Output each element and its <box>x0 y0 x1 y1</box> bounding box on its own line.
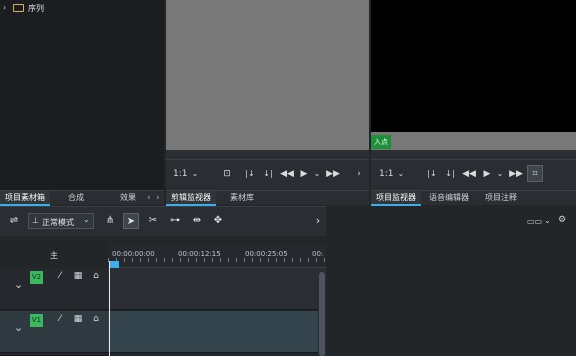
edit-mode-icon: ⊥ <box>32 216 39 225</box>
project-bin-tabbar: 项目素材箱 合成 效果 ‹ › <box>0 190 164 206</box>
set-out-point-icon[interactable]: ↓| <box>444 168 456 180</box>
playhead-line <box>109 261 110 356</box>
play-icon[interactable]: ▶ <box>481 168 493 180</box>
project-monitor-gap <box>371 132 576 150</box>
tab-project-notes[interactable]: 项目注释 <box>479 191 523 206</box>
track-header-v2: ⌄ V2 ⁄ ▦ ⌂ <box>0 268 108 310</box>
tab-library[interactable]: 素材库 <box>222 191 262 206</box>
project-monitor-scrub <box>371 150 576 160</box>
edit-mode-select[interactable]: ⊥ 正常模式 ⌄ <box>28 213 94 229</box>
effects-wand-icon[interactable]: ⁄ <box>55 314 65 324</box>
project-monitor-controls: 1:1 ⌄ |↓ ↓| ◀◀ ▶ ⌄ ▶▶ ⌗ <box>371 160 576 190</box>
film-icon[interactable]: ▦ <box>73 271 83 281</box>
tree-row-sequences[interactable]: › 序列 <box>3 3 103 15</box>
clip-monitor-controls: 1:1 ⌄ ⊡ |↓ ↓| ◀◀ ▶ ⌄ ▶▶ › <box>166 160 369 190</box>
ruler-tick-label: 00:00:00:00 <box>112 250 155 258</box>
crop-icon[interactable]: ⌗ <box>527 165 543 182</box>
select-tool-icon[interactable]: ➤ <box>123 213 139 229</box>
folder-icon <box>13 4 24 12</box>
multicam-tool-icon[interactable]: ✥ <box>210 213 226 229</box>
kdenlive-window: › 序列 项目素材箱 合成 效果 ‹ › 1:1 ⌄ ⊡ |↓ ↓| ◀◀ ▶ … <box>0 0 576 356</box>
lock-icon[interactable]: ⌂ <box>91 271 101 281</box>
zoom-select[interactable]: 1:1 <box>379 168 393 180</box>
set-in-point-icon[interactable]: |↓ <box>244 168 256 180</box>
clip-monitor-tabbar: 剪辑监视器 素材库 <box>166 190 369 206</box>
snap-icon[interactable]: ⋔ <box>102 213 118 229</box>
play-options-chevron-icon[interactable]: ⌄ <box>312 168 322 180</box>
toolbar-more-icon[interactable]: › <box>310 213 326 229</box>
tab-project-monitor[interactable]: 项目监视器 <box>371 191 421 206</box>
play-icon[interactable]: ▶ <box>298 168 310 180</box>
settings-gear-icon[interactable]: ⚙ <box>558 215 566 225</box>
razor-tool-icon[interactable]: ✂ <box>145 213 161 229</box>
chevron-down-icon[interactable]: ⌄ <box>544 216 551 225</box>
tab-scroll-right-icon[interactable]: › <box>156 193 160 203</box>
project-monitor-tabbar: 项目监视器 语音编辑器 项目注释 <box>371 190 576 206</box>
chevron-down-icon: ⌄ <box>83 215 90 224</box>
track-header-v1: ⌄ V1 ⁄ ▦ ⌂ <box>0 311 108 353</box>
ruler-minor-ticks <box>108 258 326 262</box>
project-bin-panel: › 序列 <box>0 0 164 190</box>
track-lane-v2[interactable] <box>108 268 318 310</box>
track-name-badge[interactable]: V1 <box>30 314 43 327</box>
collapse-chevron-icon[interactable]: ⌄ <box>14 278 23 291</box>
set-in-point-icon[interactable]: |↓ <box>426 168 438 180</box>
zoom-select[interactable]: 1:1 <box>173 168 187 180</box>
scrollbar-handle[interactable] <box>319 272 325 356</box>
master-label: 主 <box>50 251 58 260</box>
track-name-badge[interactable]: V2 <box>30 271 43 284</box>
ruler-tick-label: 00: <box>312 250 324 258</box>
spacer-tool-icon[interactable]: ⊶ <box>167 213 183 229</box>
tab-effects[interactable]: 效果 <box>108 191 148 206</box>
tab-scroll-left-icon[interactable]: ‹ <box>147 193 151 203</box>
tree-item-label: 序列 <box>28 4 44 13</box>
timeline-right-area <box>326 206 576 356</box>
more-chevron-right-icon[interactable]: › <box>354 168 364 180</box>
chevron-right-icon[interactable]: › <box>3 3 6 12</box>
track-lane-v1[interactable] <box>108 311 318 353</box>
edit-mode-label: 正常模式 <box>42 218 74 227</box>
tab-project-bin[interactable]: 项目素材箱 <box>0 191 50 206</box>
play-options-chevron-icon[interactable]: ⌄ <box>495 168 505 180</box>
tab-voice-editor[interactable]: 语音编辑器 <box>425 191 473 206</box>
in-point-marker: 入点 <box>371 135 391 149</box>
tab-compositions[interactable]: 合成 <box>56 191 96 206</box>
collapse-chevron-icon[interactable]: ⌄ <box>14 321 23 334</box>
forward-icon[interactable]: ▶▶ <box>509 168 523 180</box>
clip-monitor-view <box>166 0 369 150</box>
effects-wand-icon[interactable]: ⁄ <box>55 271 65 281</box>
rewind-icon[interactable]: ◀◀ <box>462 168 476 180</box>
film-icon[interactable]: ▦ <box>73 314 83 324</box>
fit-frame-icon[interactable]: ⊡ <box>221 168 233 180</box>
ruler-tick-label: 00:00:12:15 <box>178 250 221 258</box>
project-monitor-view <box>371 0 576 132</box>
zoom-chevron-down-icon[interactable]: ⌄ <box>190 168 200 180</box>
clip-monitor-scrub <box>166 150 369 160</box>
rewind-icon[interactable]: ◀◀ <box>280 168 294 180</box>
ruler-tick-label: 00:00:25:05 <box>245 250 288 258</box>
layout-icon[interactable]: ▭▭ <box>527 217 542 226</box>
playhead-marker[interactable] <box>109 261 119 268</box>
lock-icon[interactable]: ⌂ <box>91 314 101 324</box>
track-config-icon[interactable]: ⇌ <box>6 213 22 229</box>
zoom-chevron-down-icon[interactable]: ⌄ <box>396 168 406 180</box>
set-out-point-icon[interactable]: ↓| <box>262 168 274 180</box>
slip-tool-icon[interactable]: ⇹ <box>189 213 205 229</box>
tab-clip-monitor[interactable]: 剪辑监视器 <box>166 191 216 206</box>
forward-icon[interactable]: ▶▶ <box>326 168 340 180</box>
